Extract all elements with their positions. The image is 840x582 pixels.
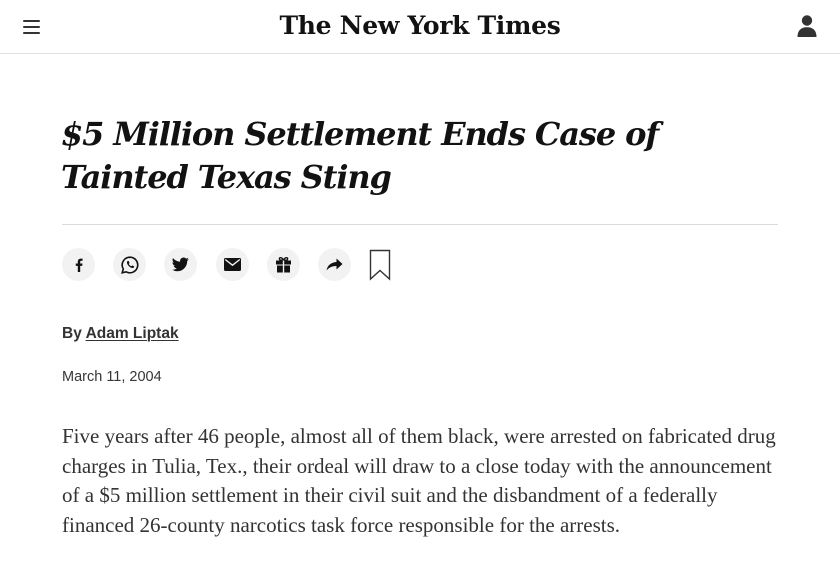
masthead-logo[interactable]: The New York Times: [0, 8, 840, 44]
email-share-button[interactable]: [216, 248, 249, 281]
whatsapp-share-button[interactable]: [113, 248, 146, 281]
top-bar: The New York Times: [0, 0, 840, 54]
headline-divider: [62, 224, 778, 225]
bookmark-button[interactable]: [369, 249, 391, 281]
author-link[interactable]: Adam Liptak: [86, 325, 179, 342]
gift-article-button[interactable]: [267, 248, 300, 281]
publish-date: March 11, 2004: [62, 369, 162, 385]
share-toolbar: [62, 248, 422, 282]
twitter-icon: [172, 257, 189, 272]
article-lede: Five years after 46 people, almost all o…: [62, 424, 776, 538]
email-icon: [224, 258, 241, 271]
byline-prefix: By: [62, 325, 82, 342]
share-arrow-icon: [326, 258, 343, 271]
bookmark-icon: [369, 249, 391, 281]
byline: By Adam Liptak: [62, 324, 179, 344]
facebook-share-button[interactable]: [62, 248, 95, 281]
twitter-share-button[interactable]: [164, 248, 197, 281]
article-headline: $5 Million Settlement Ends Case of Taint…: [61, 115, 659, 196]
gift-icon: [276, 257, 291, 273]
person-icon[interactable]: [796, 14, 818, 38]
facebook-icon: [75, 258, 83, 272]
more-share-button[interactable]: [318, 248, 351, 281]
whatsapp-icon: [120, 255, 138, 274]
